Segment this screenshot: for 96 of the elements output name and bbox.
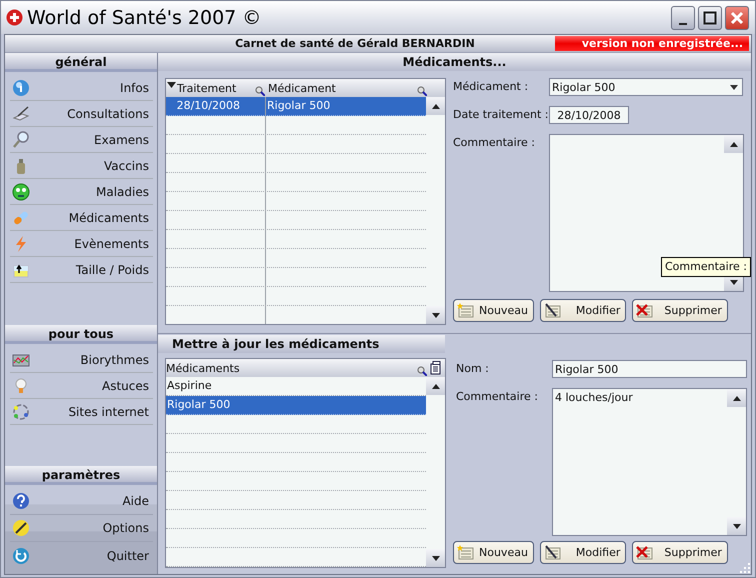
sick-face-icon — [12, 182, 30, 200]
sidebar-item[interactable]: Sites internet — [10, 399, 153, 425]
section-header: Mettre à jour les médicaments — [158, 335, 445, 353]
sort-indicator-icon — [167, 82, 176, 88]
sidebar-item-label: Quitter — [106, 548, 149, 562]
sidebar-section-header: pour tous — [5, 325, 157, 344]
sidebar-item-label: Options — [102, 521, 149, 535]
new-button[interactable]: Nouveau — [453, 541, 534, 564]
comment-field[interactable]: 4 louches/jour — [552, 388, 747, 536]
notepad-pen-icon — [12, 104, 30, 122]
circular-arrows-icon — [12, 402, 30, 420]
sidebar-item[interactable]: Examens — [10, 127, 153, 153]
tooltip: Commentaire : — [661, 257, 751, 277]
column-header[interactable]: Médicament — [266, 79, 445, 97]
table-cell-text: Rigolar 500 — [266, 98, 332, 114]
document-pen-icon — [544, 302, 562, 318]
scroll-up-icon[interactable] — [724, 135, 743, 153]
scroll-down-icon[interactable] — [426, 549, 445, 567]
new-document-icon — [457, 302, 475, 318]
sidebar-item-label: Médicaments — [68, 210, 149, 224]
scroll-up-icon[interactable] — [727, 389, 746, 407]
scrollbar[interactable] — [426, 377, 445, 567]
table-cell: 28/10/2008 — [166, 97, 266, 115]
resize-grip-icon[interactable] — [740, 563, 750, 573]
close-button[interactable] — [725, 6, 749, 30]
field-label: Date traitement : — [453, 107, 549, 123]
sidebar-item[interactable]: Taille / Poids — [10, 257, 153, 283]
unregistered-badge: version non enregistrée... — [555, 36, 749, 51]
scrollbar[interactable] — [426, 97, 445, 324]
sidebar-item[interactable]: Aide — [10, 488, 153, 515]
date-field[interactable]: 28/10/2008 — [549, 106, 629, 124]
section-header: Médicaments... — [158, 53, 751, 71]
sidebar-item[interactable]: Consultations — [10, 101, 153, 127]
new-button[interactable]: Nouveau — [453, 299, 534, 322]
list-item[interactable]: Rigolar 500 — [166, 396, 426, 415]
search-icon[interactable] — [417, 366, 427, 376]
sidebar-item[interactable]: Quitter — [10, 542, 153, 569]
sidebar-item-label: Vaccins — [102, 158, 149, 172]
comment-field[interactable] — [549, 134, 744, 292]
sidebar-item-label: Evènements — [73, 236, 149, 250]
table-row[interactable]: 28/10/2008 Rigolar 500 — [166, 97, 426, 116]
sidebar-item-label: Examens — [93, 132, 149, 146]
scroll-down-icon[interactable] — [727, 517, 746, 535]
patient-title: Carnet de santé de Gérald BERNARDIN — [234, 37, 476, 50]
sidebar-item-label: Biorythmes — [79, 352, 149, 366]
sidebar-item-label: Aide — [121, 494, 149, 508]
field-label: Nom : — [455, 361, 490, 377]
sidebar-item-label: Infos — [119, 80, 149, 94]
field-label: Commentaire : — [455, 389, 539, 405]
sidebar-item[interactable]: Biorythmes — [10, 347, 153, 373]
sidebar-section-header: paramètres — [5, 466, 157, 485]
column-header[interactable]: Traitement — [166, 79, 266, 97]
sidebar-item-label: Sites internet — [67, 404, 149, 418]
document-icon[interactable] — [430, 361, 441, 375]
field-label: Médicament : — [453, 79, 530, 95]
document-pen-icon — [544, 544, 562, 560]
caret-icon[interactable] — [730, 84, 738, 90]
new-document-icon — [457, 544, 475, 560]
document-cross-icon — [636, 302, 654, 318]
sidebar-item[interactable]: Vaccins — [10, 153, 153, 179]
name-field[interactable]: Rigolar 500 — [552, 360, 747, 378]
sidebar-item-label: Taille / Poids — [74, 262, 149, 276]
maximize-icon — [703, 10, 717, 24]
sidebar-section-header: général — [5, 53, 157, 72]
edit-button[interactable]: Modifier — [540, 541, 626, 564]
delete-button[interactable]: Supprimer — [632, 299, 728, 322]
info-icon — [12, 78, 30, 96]
sidebar-item[interactable]: Options — [10, 515, 153, 542]
edit-button[interactable]: Modifier — [540, 299, 626, 322]
sidebar-item-label: Consultations — [66, 106, 149, 120]
sidebar-item[interactable]: Evènements — [10, 231, 153, 257]
scroll-down-icon[interactable] — [426, 306, 445, 324]
sidebar-item[interactable]: Maladies — [10, 179, 153, 205]
power-icon — [12, 546, 30, 564]
sidebar-item[interactable]: Astuces — [10, 373, 153, 399]
app-cross-icon — [6, 9, 23, 26]
window-title: World of Santé's 2007 © — [27, 6, 262, 28]
search-icon[interactable] — [417, 86, 427, 96]
document-cross-icon — [636, 544, 654, 560]
close-icon — [730, 10, 744, 24]
magnifier-icon — [12, 130, 30, 148]
sidebar-item-label: Maladies — [95, 184, 149, 198]
scroll-up-icon[interactable] — [426, 97, 445, 115]
scroll-up-icon[interactable] — [426, 377, 445, 395]
sidebar-item[interactable]: Médicaments — [10, 205, 153, 231]
delete-button[interactable]: Supprimer — [632, 541, 728, 564]
help-icon — [12, 492, 30, 510]
column-header[interactable]: Médicaments — [166, 359, 445, 377]
field-label: Commentaire : — [453, 135, 536, 151]
sidebar-item-label: Astuces — [100, 378, 149, 392]
medication-dropdown[interactable]: Rigolar 500 — [549, 78, 743, 96]
minimize-button[interactable] — [671, 6, 695, 30]
search-icon[interactable] — [255, 86, 265, 96]
minimize-icon — [679, 22, 687, 24]
sidebar-item[interactable]: Infos — [10, 75, 153, 101]
maximize-button[interactable] — [698, 6, 722, 30]
